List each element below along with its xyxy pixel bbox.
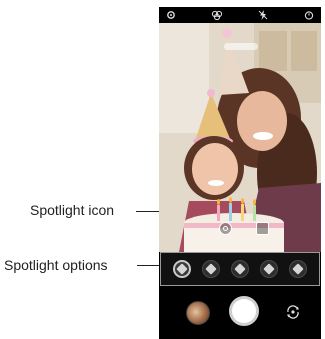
spotlight-icon-callout-label: Spotlight icon [30,202,115,218]
zoom-indicator[interactable] [224,43,258,50]
cube-icon [292,263,305,275]
timer-icon[interactable] [303,9,315,21]
cube-icon [205,263,217,275]
spotlight-options-callout-label: Spotlight options [4,257,108,273]
spotlight-options-leader-line [137,265,160,266]
filter-icon[interactable] [211,9,223,21]
spotlight-icon[interactable] [219,222,232,235]
spotlight-option-1[interactable] [172,260,191,278]
settings-icon[interactable] [165,9,177,21]
cube-icon [175,263,188,275]
switch-camera-icon[interactable] [284,303,302,321]
camera-viewfinder[interactable] [159,23,321,252]
gallery-icon[interactable] [256,222,269,235]
spotlight-options-bar [160,252,320,286]
viewfinder-photo [159,23,321,252]
gallery-thumbnail[interactable] [186,301,210,325]
spotlight-option-2[interactable] [201,260,220,278]
spotlight-option-4[interactable] [260,260,279,278]
cube-icon [234,263,246,275]
camera-controls [159,286,321,339]
flash-off-icon[interactable] [257,9,269,21]
camera-screen [159,7,321,339]
spotlight-option-5[interactable] [289,260,308,278]
shutter-button[interactable] [229,296,259,326]
spotlight-option-3[interactable] [230,260,249,278]
camera-top-bar [159,7,321,23]
cube-icon [263,263,275,275]
